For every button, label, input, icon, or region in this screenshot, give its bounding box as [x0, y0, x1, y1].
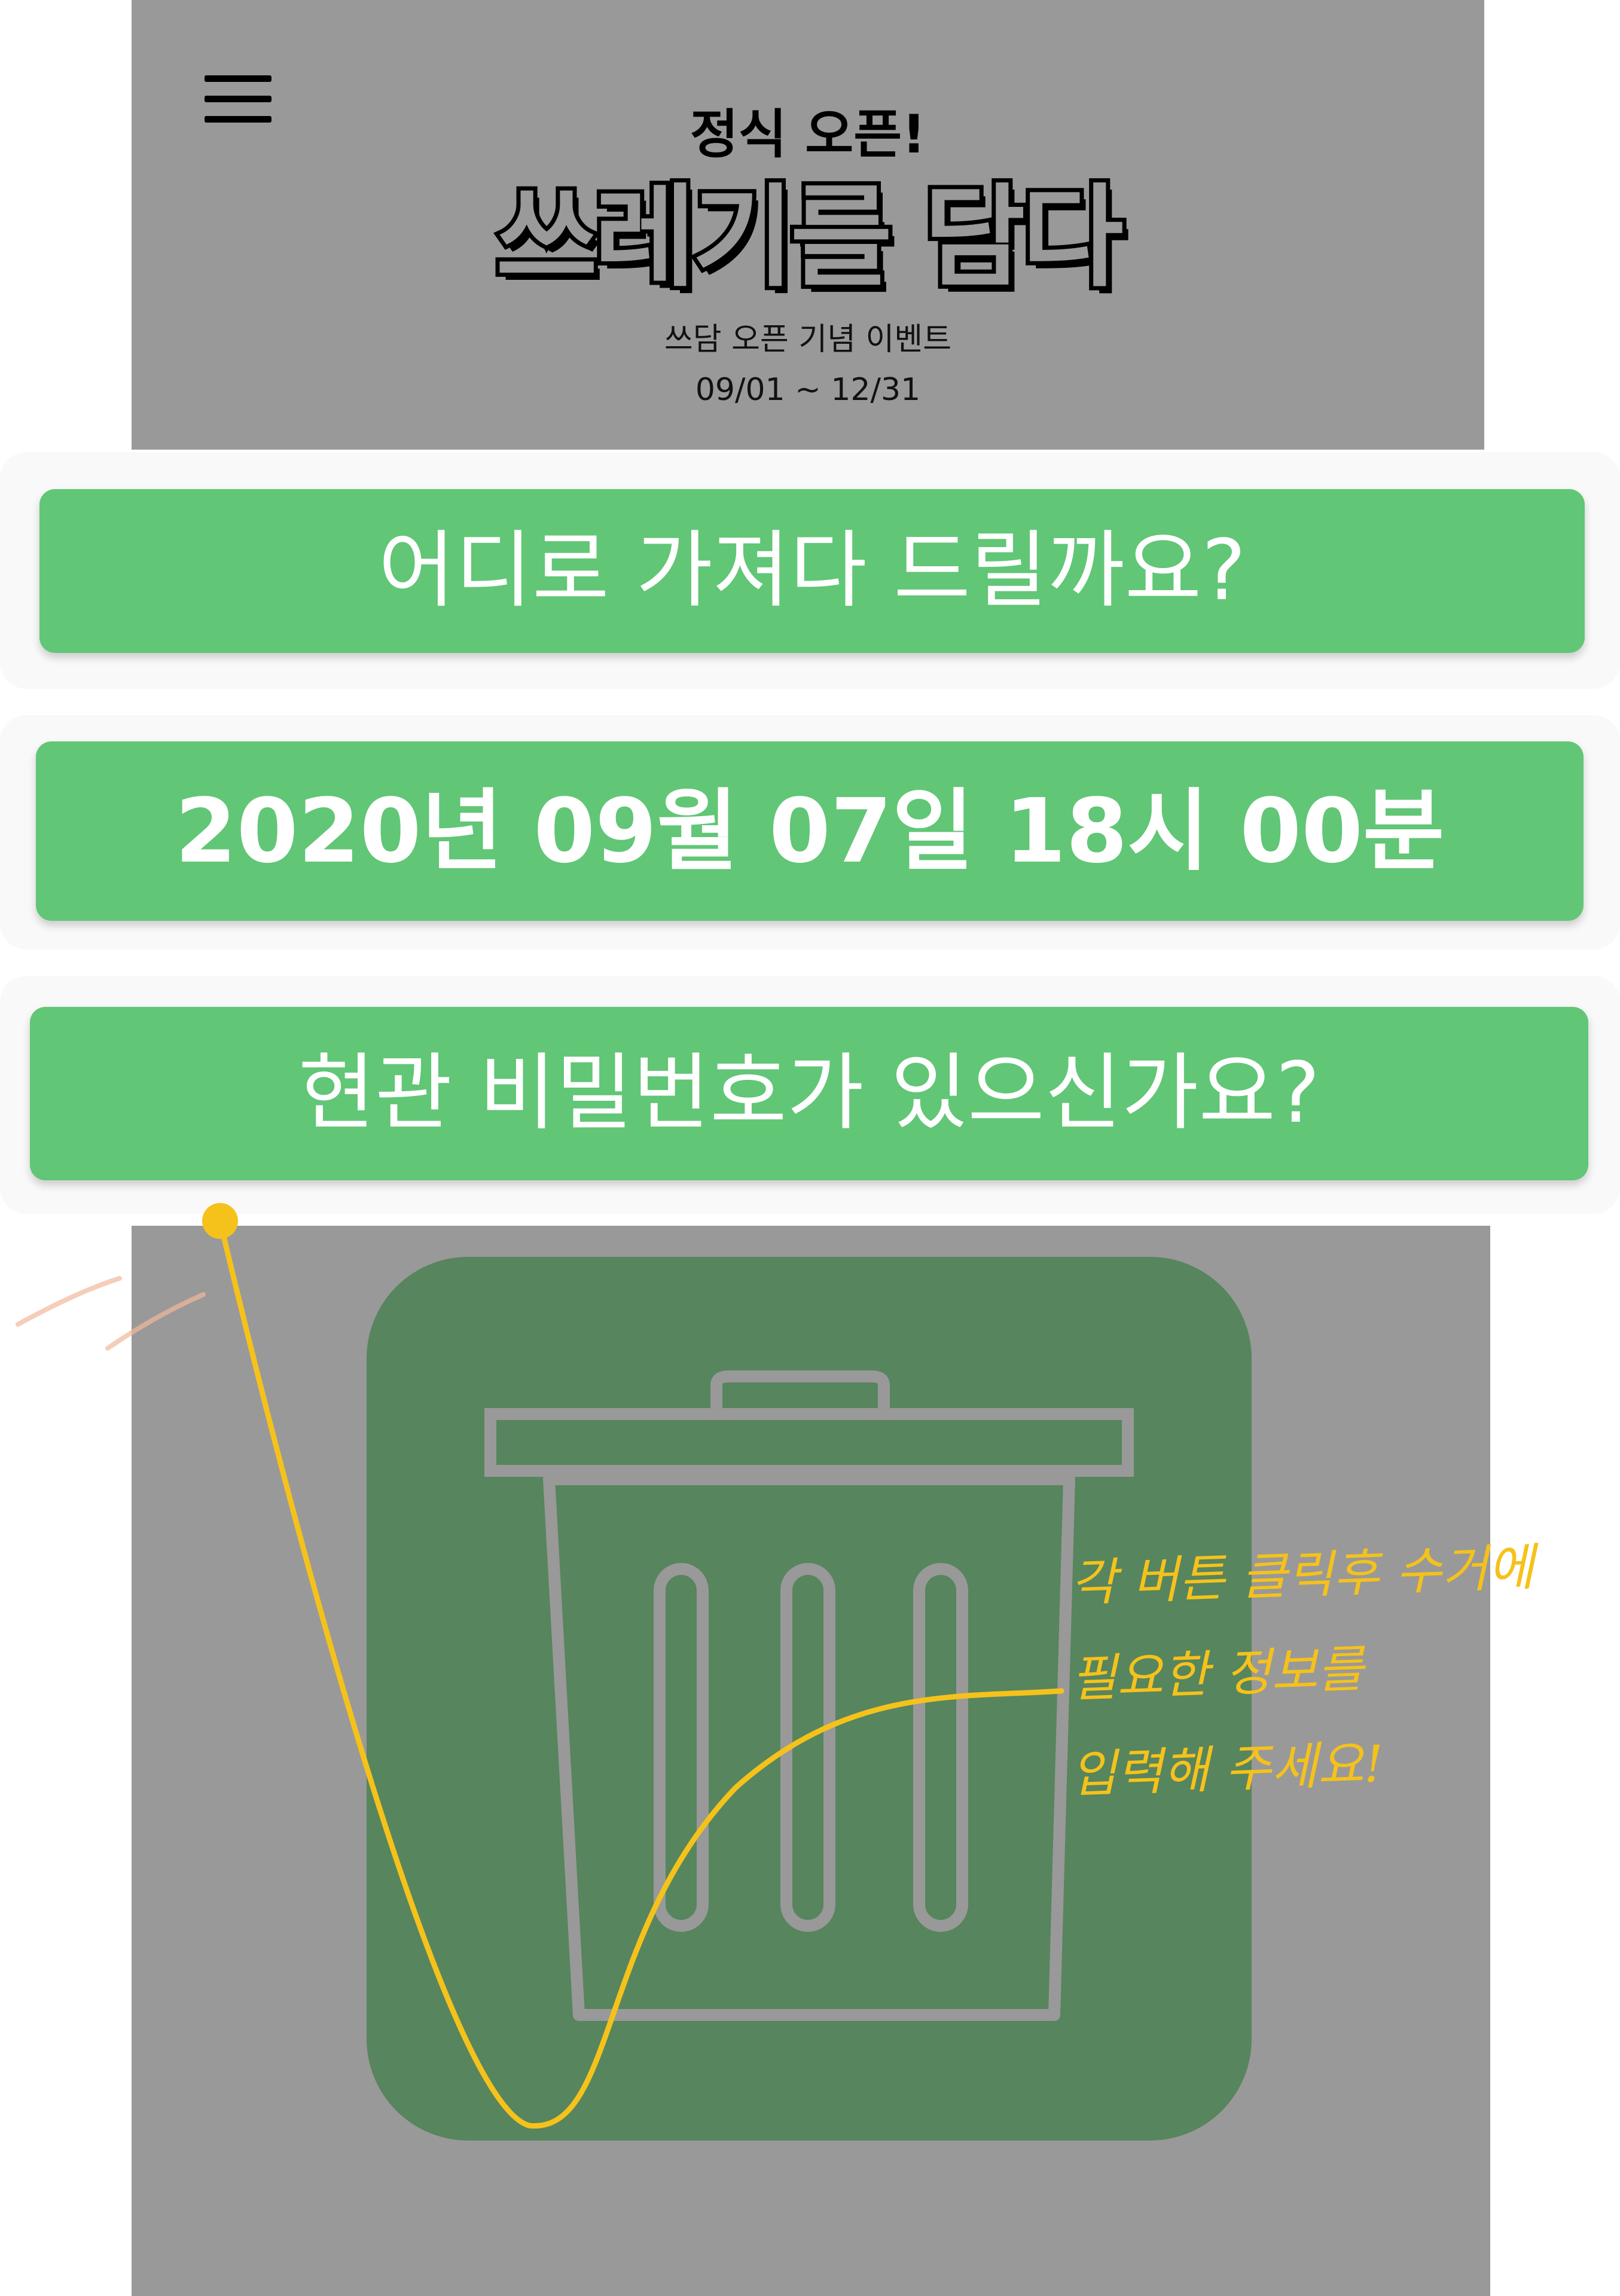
- banner-logo-title: 쓰레기를 담다: [492, 170, 1128, 304]
- datetime-button[interactable]: 2020년 09월 07일 18시 00분: [36, 741, 1584, 921]
- event-period: 09/01 ~ 12/31: [695, 372, 921, 408]
- location-button[interactable]: 어디로 가져다 드릴까요?: [39, 489, 1585, 653]
- event-name: 쓰담 오픈 기념 이벤트: [664, 322, 952, 358]
- banner-kicker: 정식 오픈!: [690, 103, 926, 165]
- menu-line: [205, 96, 271, 102]
- menu-line: [205, 75, 271, 82]
- door-password-button[interactable]: 현관 비밀번호가 있으신가요?: [30, 1007, 1588, 1180]
- app-screen: 정식 오픈! 쓰레기를 담다 쓰담 오픈 기념 이벤트 09/01 ~ 12/3…: [0, 0, 1620, 2296]
- event-banner[interactable]: 정식 오픈! 쓰레기를 담다 쓰담 오픈 기념 이벤트 09/01 ~ 12/3…: [132, 0, 1484, 450]
